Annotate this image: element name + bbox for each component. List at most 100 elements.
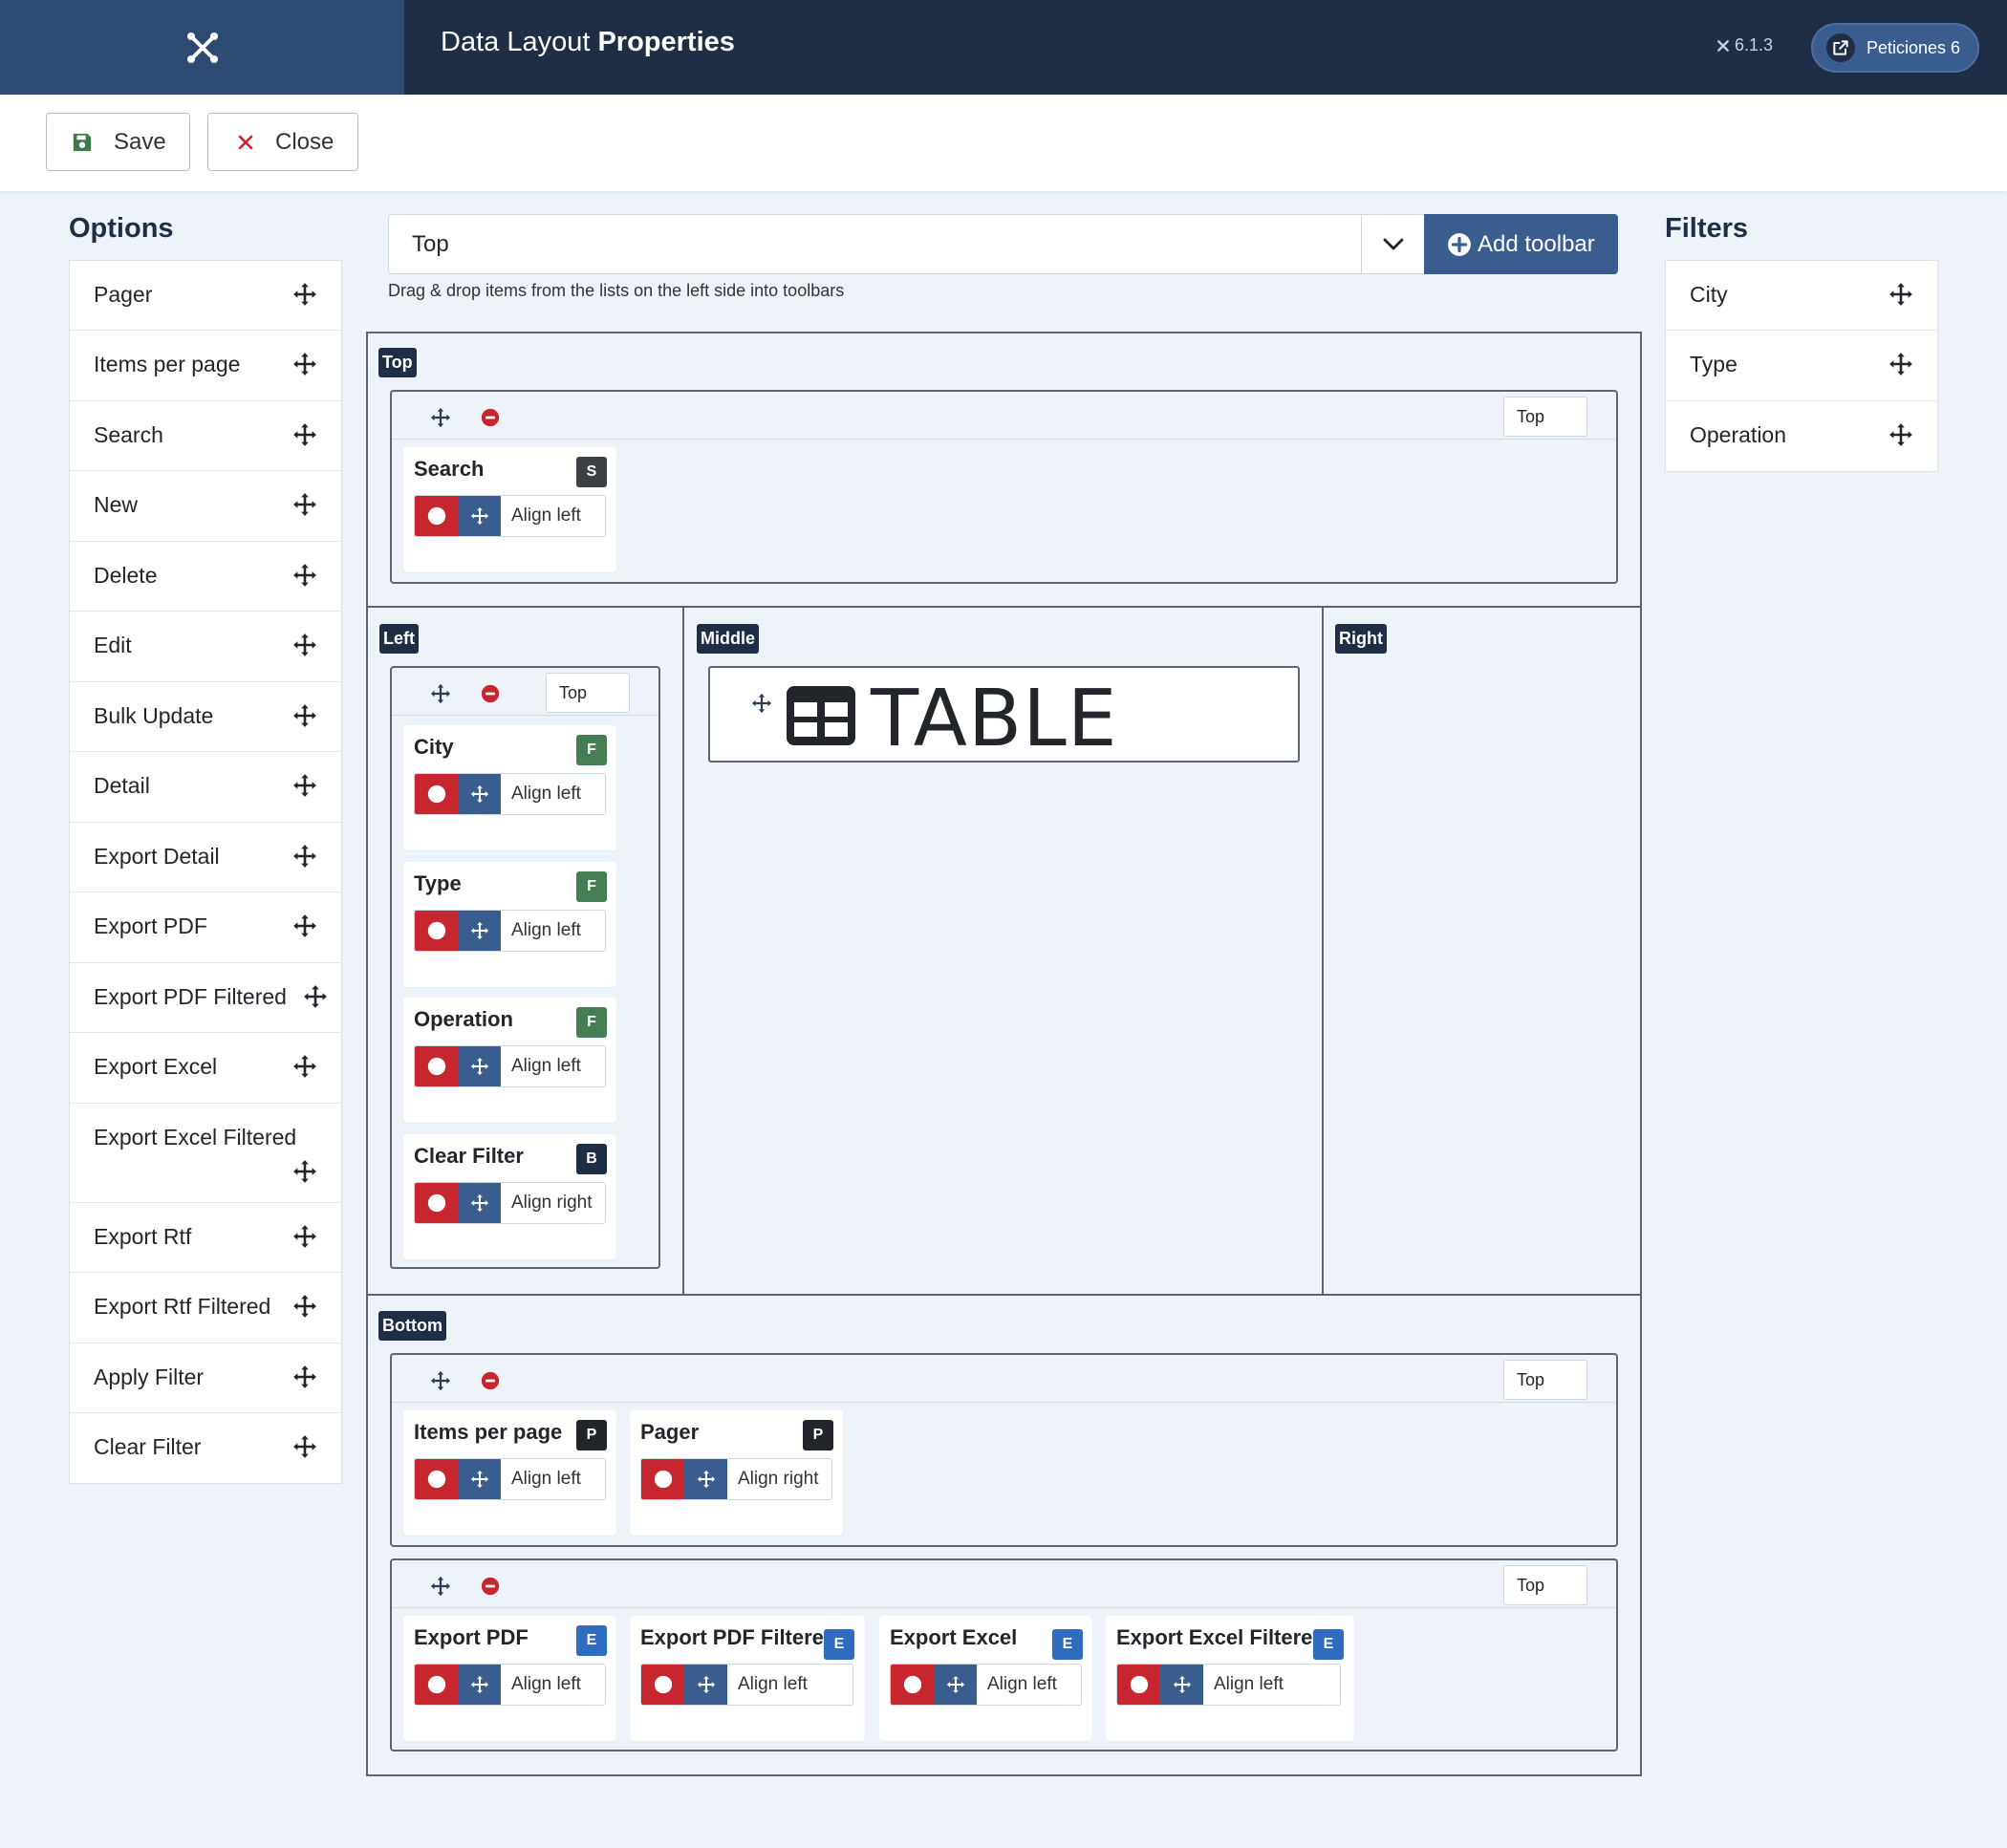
filters-list: City Type Operation — [1665, 260, 1938, 472]
area-label-middle: Middle — [697, 624, 759, 654]
toolbar-top-1[interactable]: Top Search S Align left — [390, 390, 1618, 584]
joomla-logo[interactable] — [0, 0, 404, 95]
align-select[interactable]: Align left — [501, 496, 581, 536]
peticiones-button[interactable]: Peticiones 6 — [1811, 23, 1979, 73]
align-select[interactable]: Align right — [501, 1183, 593, 1223]
toolbar-item-export-excel-filtered[interactable]: Export Excel Filtered E Align left — [1106, 1616, 1354, 1741]
option-item-export-excel-filtered[interactable]: Export Excel Filtered — [70, 1104, 341, 1203]
toolbar-header: Top — [392, 668, 658, 716]
option-item-delete[interactable]: Delete — [70, 542, 341, 612]
move-icon[interactable] — [458, 774, 501, 814]
toolbar-item-city[interactable]: City F Align left — [403, 725, 616, 850]
area-label-left: Left — [379, 624, 419, 654]
align-select[interactable]: Align left — [501, 911, 581, 951]
option-item-export-pdf-filtered[interactable]: Export PDF Filtered — [70, 963, 341, 1033]
align-select[interactable]: Align right — [727, 1459, 819, 1499]
move-icon[interactable] — [458, 1046, 501, 1086]
align-select[interactable]: Align left — [501, 774, 581, 814]
table-placeholder[interactable]: TABLE — [708, 666, 1300, 764]
remove-toolbar-icon[interactable] — [481, 408, 500, 427]
move-icon — [292, 1224, 317, 1249]
position-select[interactable]: Top — [1503, 1565, 1587, 1605]
remove-item-icon[interactable] — [415, 496, 458, 536]
option-item-items-per-page[interactable]: Items per page — [70, 331, 341, 401]
move-icon[interactable] — [430, 1576, 451, 1597]
move-icon[interactable] — [684, 1459, 727, 1499]
toolbar-item-search[interactable]: Search S Align left — [403, 447, 616, 572]
move-icon[interactable] — [458, 1459, 501, 1499]
toolbar-item-export-pdf-filtered[interactable]: Export PDF Filtered E Align left — [630, 1616, 865, 1741]
remove-item-icon[interactable] — [641, 1459, 684, 1499]
move-icon[interactable] — [1160, 1665, 1203, 1705]
option-item-detail[interactable]: Detail — [70, 752, 341, 823]
option-item-new[interactable]: New — [70, 471, 341, 542]
save-button[interactable]: Save — [46, 113, 190, 171]
align-select[interactable]: Align left — [1203, 1665, 1284, 1705]
toolbar-item-export-excel[interactable]: Export Excel E Align left — [879, 1616, 1092, 1741]
remove-item-icon[interactable] — [641, 1665, 684, 1705]
toolbar-area-select[interactable]: Top — [388, 214, 1425, 274]
toolbar-item-items-per-page[interactable]: Items per page P Align left — [403, 1410, 616, 1536]
option-item-bulk-update[interactable]: Bulk Update — [70, 682, 341, 752]
filter-item-type[interactable]: Type — [1666, 331, 1937, 401]
option-item-export-rtf[interactable]: Export Rtf — [70, 1203, 341, 1273]
remove-item-icon[interactable] — [415, 1046, 458, 1086]
option-item-pager[interactable]: Pager — [70, 261, 341, 331]
move-icon — [292, 563, 317, 588]
remove-item-icon[interactable] — [1117, 1665, 1160, 1705]
remove-item-icon[interactable] — [891, 1665, 934, 1705]
move-icon[interactable] — [458, 1665, 501, 1705]
remove-item-icon[interactable] — [415, 1183, 458, 1223]
move-icon[interactable] — [684, 1665, 727, 1705]
close-button[interactable]: Close — [207, 113, 358, 171]
joomla-small-icon — [1717, 39, 1729, 52]
option-item-search[interactable]: Search — [70, 401, 341, 471]
move-icon[interactable] — [430, 407, 451, 428]
remove-toolbar-icon[interactable] — [481, 1371, 500, 1390]
remove-item-icon[interactable] — [415, 774, 458, 814]
option-item-export-detail[interactable]: Export Detail — [70, 823, 341, 892]
divider — [1322, 606, 1324, 1296]
toolbar-left-1[interactable]: Top City F Align left Type F Align left … — [390, 666, 660, 1269]
toolbar-bottom-2[interactable]: Top Export PDF E Align left Export PDF F… — [390, 1558, 1618, 1751]
position-select[interactable]: Top — [546, 673, 630, 713]
option-item-clear-filter[interactable]: Clear Filter — [70, 1413, 341, 1483]
toolbar-bottom-1[interactable]: Top Items per page P Align left Pager P … — [390, 1353, 1618, 1547]
remove-item-icon[interactable] — [415, 1459, 458, 1499]
align-select[interactable]: Align left — [501, 1665, 581, 1705]
option-item-export-rtf-filtered[interactable]: Export Rtf Filtered — [70, 1273, 341, 1343]
option-item-export-pdf[interactable]: Export PDF — [70, 892, 341, 963]
drag-drop-hint: Drag & drop items from the lists on the … — [388, 281, 845, 300]
align-select[interactable]: Align left — [727, 1665, 808, 1705]
toolbar-item-export-pdf[interactable]: Export PDF E Align left — [403, 1616, 616, 1741]
align-select[interactable]: Align left — [501, 1459, 581, 1499]
align-select[interactable]: Align left — [501, 1046, 581, 1086]
filter-item-operation[interactable]: Operation — [1666, 401, 1937, 471]
toolbar-header: Top — [392, 1355, 1616, 1403]
align-select[interactable]: Align left — [977, 1665, 1057, 1705]
position-select[interactable]: Top — [1503, 397, 1587, 437]
remove-toolbar-icon[interactable] — [481, 1577, 500, 1596]
move-icon[interactable] — [751, 693, 772, 714]
position-select[interactable]: Top — [1503, 1360, 1587, 1400]
page-title: Data Layout Properties — [441, 27, 735, 57]
move-icon[interactable] — [458, 1183, 501, 1223]
move-icon[interactable] — [458, 496, 501, 536]
toolbar-item-pager[interactable]: Pager P Align right — [630, 1410, 843, 1536]
option-item-export-excel[interactable]: Export Excel — [70, 1033, 341, 1104]
remove-item-icon[interactable] — [415, 911, 458, 951]
toolbar-item-operation[interactable]: Operation F Align left — [403, 998, 616, 1123]
remove-toolbar-icon[interactable] — [481, 684, 500, 703]
add-toolbar-button[interactable]: Add toolbar — [1424, 214, 1618, 274]
move-icon[interactable] — [430, 683, 451, 704]
option-item-apply-filter[interactable]: Apply Filter — [70, 1343, 341, 1413]
move-icon — [292, 773, 317, 798]
move-icon[interactable] — [934, 1665, 977, 1705]
option-item-edit[interactable]: Edit — [70, 612, 341, 682]
remove-item-icon[interactable] — [415, 1665, 458, 1705]
toolbar-item-clear-filter[interactable]: Clear Filter B Align right — [403, 1134, 616, 1259]
filter-item-city[interactable]: City — [1666, 261, 1937, 331]
move-icon[interactable] — [458, 911, 501, 951]
toolbar-item-type[interactable]: Type F Align left — [403, 862, 616, 987]
move-icon[interactable] — [430, 1370, 451, 1391]
